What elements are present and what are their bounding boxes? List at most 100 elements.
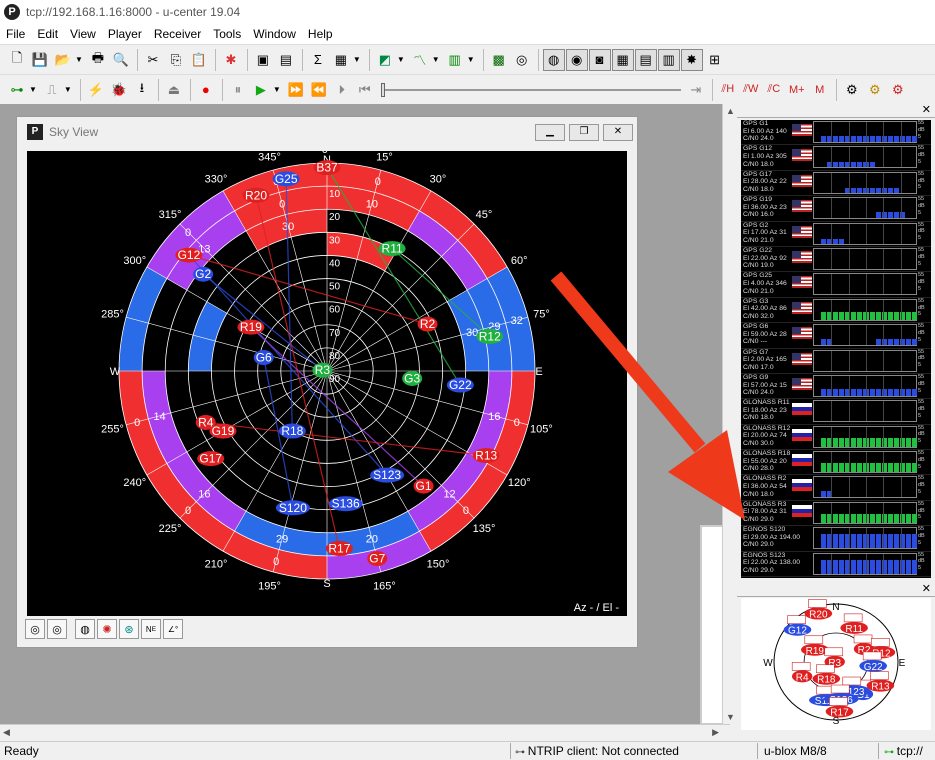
step-forward-icon[interactable]: ⏵ [331, 79, 353, 101]
bars-dropdown-icon[interactable]: ▼ [467, 55, 475, 64]
connection-icon[interactable]: ⊶ [6, 79, 28, 101]
sum-icon[interactable]: Σ [307, 49, 329, 71]
mini-sky-view[interactable]: NESWR20R11G12R19R2R12R3G22R4R18G1R13S123… [741, 598, 931, 730]
settings-save-icon[interactable]: ⚙ [864, 79, 886, 101]
signal-row[interactable]: GLONASS R2 El 36.00 Az 54 C/N0 18.0 55 dB 5 [741, 475, 931, 501]
menu-player[interactable]: Player [102, 27, 148, 41]
connection-dropdown-icon[interactable]: ▼ [29, 85, 37, 94]
close-button[interactable]: ✕ [603, 123, 633, 141]
menu-help[interactable]: Help [302, 27, 339, 41]
ring-icon[interactable]: ◎ [25, 619, 45, 639]
signal-row[interactable]: GPS G7 El 2.00 Az 165 C/N0 17.0 55 dB 5 [741, 349, 931, 374]
camera-icon[interactable]: ◙ [588, 48, 611, 71]
data-view-icon[interactable]: ▥ [657, 48, 680, 71]
scroll-left-icon[interactable]: ◀ [3, 727, 10, 738]
compass-rose-icon[interactable]: ✺ [97, 619, 117, 639]
signal-row[interactable]: GPS G3 El 42.00 Az 86 C/N0 32.0 55 dB 5 [741, 298, 931, 324]
satellite-icon[interactable]: ⊛ [119, 619, 139, 639]
print-preview-icon[interactable]: 🔍 [110, 49, 132, 71]
close-icon[interactable]: ✕ [922, 103, 931, 116]
skip-end-icon[interactable]: ⇥ [685, 79, 707, 101]
save-icon[interactable]: 💾 [29, 49, 51, 71]
signal-row[interactable]: GLONASS R12 El 20.00 Az 74 C/N0 30.0 55 dB 5 [741, 425, 931, 451]
fast-forward-icon[interactable]: ⏩ [285, 79, 307, 101]
table-icon[interactable]: ▦ [330, 49, 352, 71]
signal-row[interactable]: GPS G1 El 6.00 Az 140 C/N0 24.0 55 dB 5 [741, 120, 931, 146]
signal-row[interactable]: GPS G12 El 1.00 Az 305 C/N0 18.0 55 dB 5 [741, 145, 931, 171]
debug-icon[interactable]: ✱ [220, 49, 242, 71]
signal-panel-header[interactable]: ✕ [737, 104, 935, 118]
record-icon[interactable]: ● [195, 79, 217, 101]
settings-icon[interactable]: ⚙ [841, 79, 863, 101]
menu-receiver[interactable]: Receiver [148, 27, 207, 41]
sky-view-titlebar[interactable]: P Sky View ▁ ❐ ✕ [17, 117, 637, 147]
horizontal-scrollbar[interactable]: ◀ ▶ [0, 724, 722, 740]
sky-plot-icon[interactable]: ✸ [680, 48, 703, 71]
sky-view-icon[interactable]: ◎ [511, 49, 533, 71]
menu-window[interactable]: Window [247, 27, 302, 41]
download-icon[interactable]: ⭳ [131, 79, 153, 101]
globe-icon[interactable]: ◍ [75, 619, 95, 639]
mini-sky-header[interactable]: ✕ [737, 583, 935, 597]
cold-start-icon[interactable]: ⫽C [763, 79, 785, 101]
menu-tools[interactable]: Tools [207, 27, 247, 41]
rewind-icon[interactable]: ⏮ [354, 79, 376, 101]
signal-row[interactable]: GPS G19 El 36.00 Az 23 C/N0 16.0 55 dB 5 [741, 196, 931, 222]
paste-icon[interactable]: 📋 [188, 49, 210, 71]
signal-row[interactable]: GPS G6 El 59.00 Az 28 C/N0 --- 55 dB 5 [741, 323, 931, 349]
deviation-map-icon[interactable]: ◉ [565, 48, 588, 71]
maximize-button[interactable]: ❐ [569, 123, 599, 141]
chart-icon[interactable]: ◩ [374, 49, 396, 71]
eject-icon[interactable]: ⏏ [163, 79, 185, 101]
menu-edit[interactable]: Edit [31, 27, 64, 41]
docking-icon[interactable]: ▣ [252, 49, 274, 71]
baudrate-icon[interactable]: ⎍ [41, 79, 63, 101]
signal-row[interactable]: GPS G17 El 28.00 Az 22 C/N0 18.0 55 dB 5 [741, 171, 931, 197]
pause-icon[interactable]: ⏸ [227, 79, 249, 101]
new-file-icon[interactable]: 🗋 [6, 49, 28, 71]
menu-view[interactable]: View [64, 27, 102, 41]
scroll-right-icon[interactable]: ▶ [712, 727, 719, 738]
signal-row[interactable]: GPS G9 El 57.00 Az 15 C/N0 24.0 55 dB 5 [741, 374, 931, 400]
message-add-icon[interactable]: M+ [786, 79, 808, 101]
bug-icon[interactable]: 🐞 [108, 79, 130, 101]
bars-icon[interactable]: ▥ [444, 49, 466, 71]
signal-row[interactable]: GLONASS R3 El 78.00 Az 31 C/N0 29.0 55 dB 5 [741, 501, 931, 527]
slider-thumb[interactable] [380, 82, 385, 97]
signal-row[interactable]: EGNOS S120 El 29.00 Az 194.00 C/N0 29.0 55 d… [741, 526, 931, 552]
print-icon[interactable]: 🖶 [87, 49, 109, 71]
signal-row[interactable]: GLONASS R11 El 18.00 Az 23 C/N0 18.0 55 dB 5 [741, 399, 931, 425]
double-ring-icon[interactable]: ◎ [47, 619, 67, 639]
graph-icon[interactable]: 〽 [409, 49, 431, 71]
signal-row[interactable]: GPS G2 El 17.00 Az 31 C/N0 21.0 55 dB 5 [741, 222, 931, 247]
sky-plot-canvas[interactable]: 0320014000001029161220291614130303010203… [27, 144, 627, 616]
vertical-scrollbar[interactable]: ▲ ▼ [722, 104, 736, 724]
compass-icon[interactable]: ◍ [542, 48, 565, 71]
window-icon[interactable]: ▤ [275, 49, 297, 71]
step-back-icon[interactable]: ⏪ [308, 79, 330, 101]
close-icon[interactable]: ✕ [922, 582, 931, 595]
more-views-icon[interactable]: ⊞ [704, 49, 726, 71]
playback-slider[interactable] [380, 79, 681, 101]
baudrate-dropdown-icon[interactable]: ▼ [64, 85, 72, 94]
signal-row[interactable]: GLONASS R18 El 55.00 Az 20 C/N0 28.0 55 dB 5 [741, 450, 931, 476]
hot-start-icon[interactable]: ⫽H [717, 79, 739, 101]
north-east-icon[interactable]: NE [141, 619, 161, 639]
menu-file[interactable]: File [0, 27, 31, 41]
open-dropdown-icon[interactable]: ▼ [75, 55, 83, 64]
graph-dropdown-icon[interactable]: ▼ [432, 55, 440, 64]
chart-dropdown-icon[interactable]: ▼ [397, 55, 405, 64]
message-config-icon[interactable]: M [809, 79, 831, 101]
statistics-icon[interactable]: ▤ [634, 48, 657, 71]
scroll-down-icon[interactable]: ▼ [726, 712, 735, 722]
warm-start-icon[interactable]: ⫽W [740, 79, 762, 101]
copy-icon[interactable]: ⎘ [165, 49, 187, 71]
scroll-up-icon[interactable]: ▲ [726, 106, 735, 116]
signal-row[interactable]: GPS G25 El 4.00 Az 346 C/N0 21.0 55 dB 5 [741, 272, 931, 298]
cut-icon[interactable]: ✂ [142, 49, 164, 71]
table-dropdown-icon[interactable]: ▼ [353, 55, 361, 64]
signal-strength-panel[interactable]: GPS G1 El 6.00 Az 140 C/N0 24.0 55 dB 5 GPS G1… [741, 120, 931, 578]
sky-view-window[interactable]: P Sky View ▁ ❐ ✕ 03200140000010291612202… [16, 116, 638, 648]
play-dropdown-icon[interactable]: ▼ [273, 85, 281, 94]
angle-icon[interactable]: ∠° [163, 619, 183, 639]
